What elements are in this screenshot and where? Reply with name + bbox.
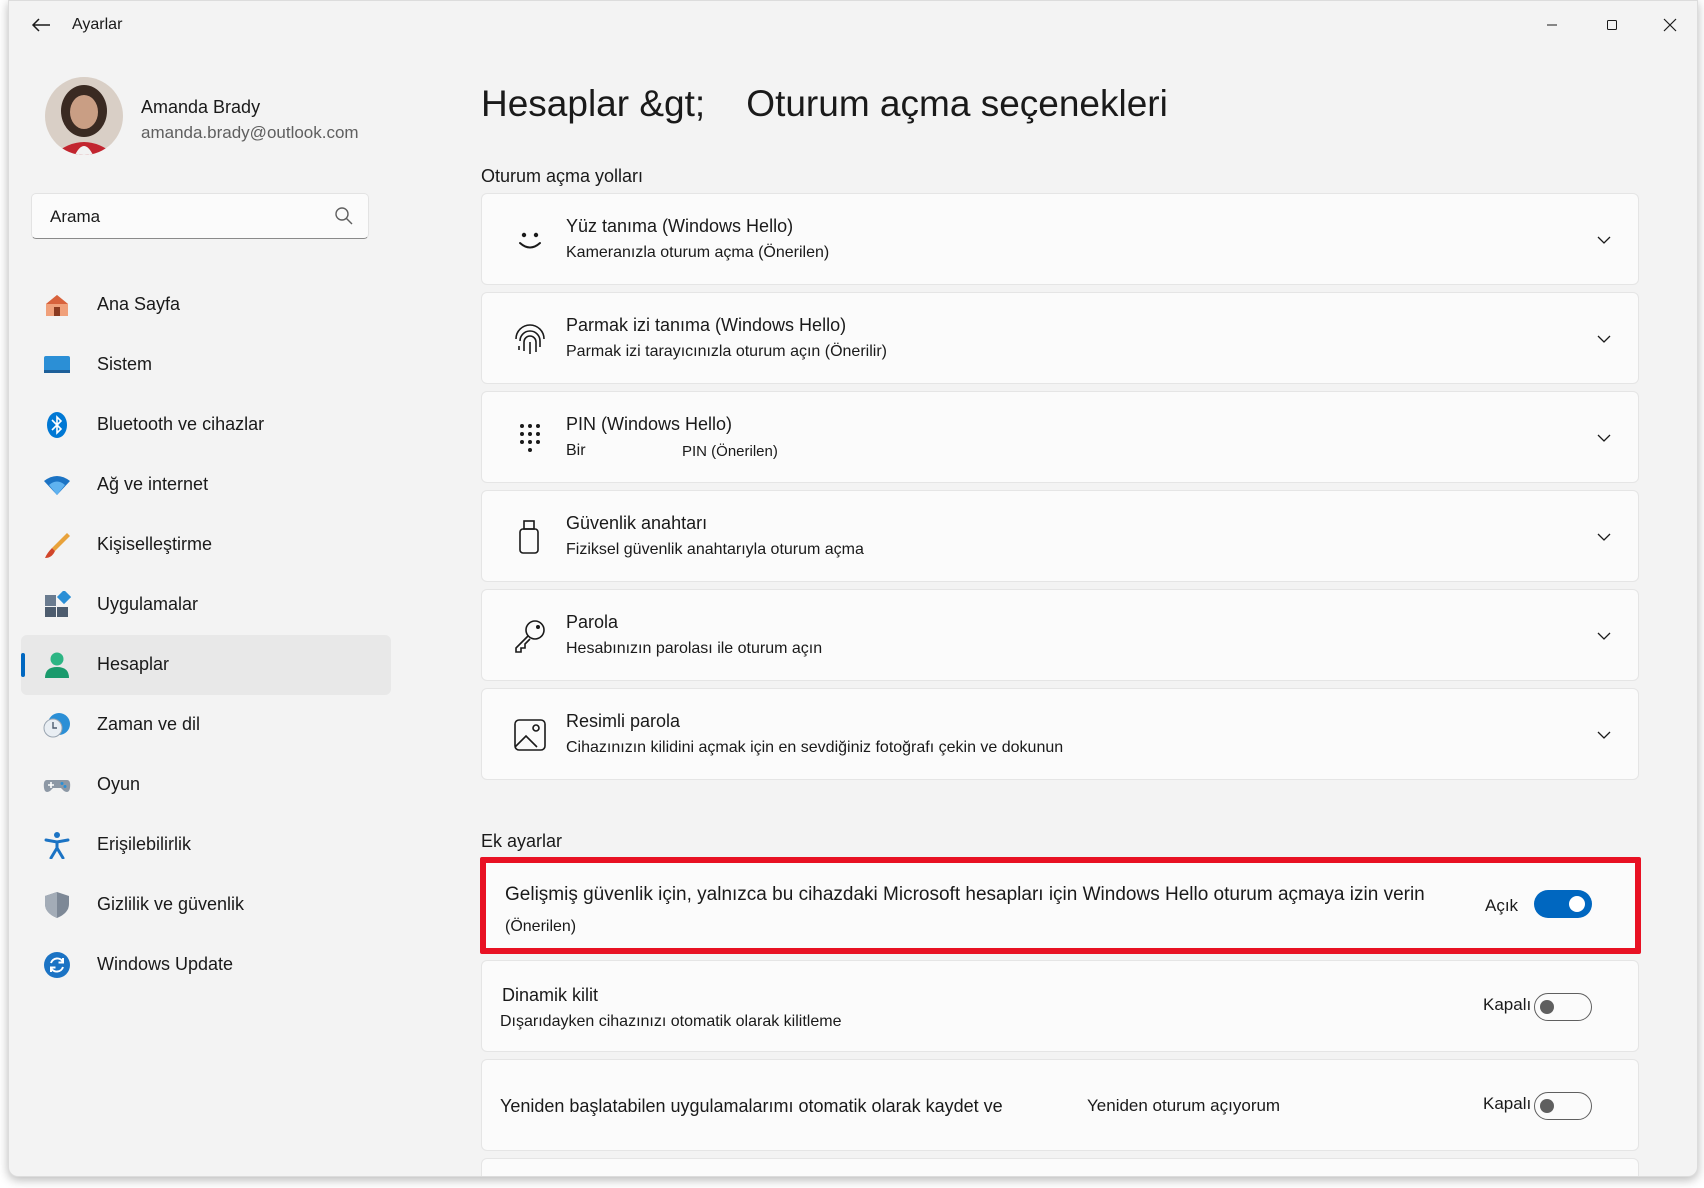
page-title: Hesaplar &gt; Oturum açma seçenekleri <box>481 83 1168 125</box>
sidebar-item-system[interactable]: Sistem <box>21 335 391 395</box>
maximize-button[interactable] <box>1589 9 1635 41</box>
setting-next-partial[interactable] <box>481 1158 1639 1176</box>
picture-icon <box>514 719 546 751</box>
monitor-icon <box>44 356 70 373</box>
profile-name: Amanda Brady <box>141 97 261 117</box>
arrow-left-icon <box>31 18 50 32</box>
usb-key-icon <box>519 520 539 554</box>
close-button[interactable] <box>1647 9 1693 41</box>
chevron-down-icon[interactable] <box>1596 727 1612 743</box>
avatar <box>45 77 123 155</box>
wifi-icon <box>44 476 70 495</box>
gamepad-icon <box>43 780 71 792</box>
setting-dynamic-lock[interactable]: Dinamik kilit Dışarıdayken cihazınızı ot… <box>481 960 1639 1052</box>
toggle-knob <box>1540 1099 1554 1113</box>
key-icon <box>515 620 545 653</box>
sidebar-item-time-language[interactable]: Zaman ve dil <box>21 695 391 755</box>
sidebar-item-home[interactable]: Ana Sayfa <box>21 275 391 335</box>
person-icon <box>45 652 69 678</box>
minimize-button[interactable] <box>1529 9 1575 41</box>
restart-apps-toggle[interactable] <box>1534 1092 1592 1120</box>
signin-option-security-key[interactable]: Güvenlik anahtarı Fiziksel güvenlik anah… <box>481 490 1639 582</box>
sidebar-item-accessibility[interactable]: Erişilebilirlik <box>21 815 391 875</box>
title-bar: Ayarlar <box>9 1 1697 49</box>
additional-section-label: Ek ayarlar <box>481 831 563 851</box>
sidebar-item-network[interactable]: Ağ ve internet <box>21 455 391 515</box>
brush-icon <box>45 533 70 558</box>
settings-window: Ayarlar Amanda Brady amanda.brady@outloo… <box>8 0 1698 1177</box>
highlight-frame <box>480 857 1641 954</box>
chevron-down-icon[interactable] <box>1596 628 1612 644</box>
search-input[interactable]: Arama <box>50 207 100 227</box>
toggle-state-label: Kapalı <box>1483 1094 1532 1113</box>
sidebar-item-accounts[interactable]: Hesaplar <box>21 635 391 695</box>
home-icon <box>46 295 68 316</box>
accessibility-icon <box>44 832 70 859</box>
signin-section-label: Oturum açma yolları <box>481 166 644 186</box>
chevron-down-icon[interactable] <box>1596 331 1612 347</box>
app-title: Ayarlar <box>72 16 123 33</box>
sidebar-item-gaming[interactable]: Oyun <box>21 755 391 815</box>
maximize-icon <box>1607 20 1617 30</box>
fingerprint-icon <box>515 324 545 354</box>
sidebar-nav: Ana Sayfa Sistem Bluetooth ve cihazlar A… <box>21 275 391 995</box>
signin-option-fingerprint[interactable]: Parmak izi tanıma (Windows Hello) Parmak… <box>481 292 1639 384</box>
chevron-down-icon[interactable] <box>1596 430 1612 446</box>
chevron-down-icon[interactable] <box>1596 232 1612 248</box>
keypad-icon <box>520 424 540 452</box>
update-icon <box>44 952 70 978</box>
signin-option-pin[interactable]: PIN (Windows Hello) Bir PIN (Önerilen) <box>481 391 1639 483</box>
shield-icon <box>45 892 69 918</box>
sidebar-item-windows-update[interactable]: Windows Update <box>21 935 391 995</box>
breadcrumb-parent[interactable]: Hesaplar &gt; <box>481 83 705 124</box>
signin-option-face[interactable]: Yüz tanıma (Windows Hello) Kameranızla o… <box>481 193 1639 285</box>
search-box[interactable]: Arama <box>31 193 369 239</box>
chevron-down-icon[interactable] <box>1596 529 1612 545</box>
close-icon <box>1663 18 1677 32</box>
sidebar-item-privacy[interactable]: Gizlilik ve güvenlik <box>21 875 391 935</box>
apps-icon <box>45 591 71 617</box>
user-profile[interactable]: Amanda Brady amanda.brady@outlook.com <box>45 77 405 157</box>
sidebar-item-personalization[interactable]: Kişiselleştirme <box>21 515 391 575</box>
toggle-knob <box>1540 1000 1554 1014</box>
toggle-state-label: Kapalı <box>1483 995 1532 1014</box>
dynamic-lock-toggle[interactable] <box>1534 993 1592 1021</box>
face-icon <box>519 232 541 249</box>
bluetooth-icon <box>47 412 67 438</box>
breadcrumb-current: Oturum açma seçenekleri <box>746 83 1168 124</box>
signin-option-picture-password[interactable]: Resimli parola Cihazınızın kilidini açma… <box>481 688 1639 780</box>
minimize-icon <box>1547 24 1557 26</box>
setting-restart-apps[interactable]: Yeniden başlatabilen uygulamalarımı otom… <box>481 1059 1639 1151</box>
profile-email: amanda.brady@outlook.com <box>141 123 359 142</box>
signin-option-password[interactable]: Parola Hesabınızın parolası ile oturum a… <box>481 589 1639 681</box>
search-icon[interactable] <box>334 206 354 226</box>
clock-globe-icon <box>43 713 70 738</box>
back-button[interactable] <box>23 11 59 39</box>
sidebar-item-bluetooth[interactable]: Bluetooth ve cihazlar <box>21 395 391 455</box>
sidebar-item-apps[interactable]: Uygulamalar <box>21 575 391 635</box>
